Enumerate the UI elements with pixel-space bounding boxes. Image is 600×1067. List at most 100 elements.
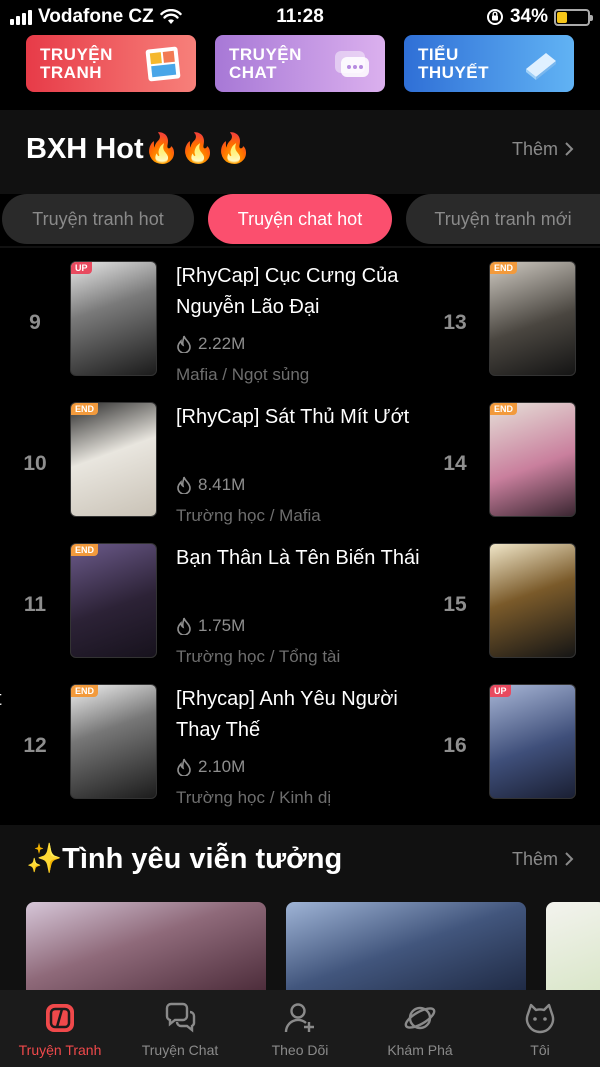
status-badge: UP — [71, 262, 92, 274]
status-badge: END — [71, 544, 99, 556]
story-title: [Rhycap] Anh Yêu Người Thay Thế — [176, 688, 398, 741]
fire-icon — [177, 335, 191, 353]
ranking-header: BXH Hot🔥🔥🔥 Thêm — [26, 132, 574, 166]
more-label: Thêm — [511, 848, 558, 869]
planet-icon — [404, 1006, 436, 1030]
love-header: ✨Tình yêu viễn tưởng Thêm — [26, 842, 574, 876]
tab-label: Truyện Tranh — [18, 1042, 102, 1058]
category-truyen-tranh[interactable]: TRUYỆN TRANH — [26, 35, 196, 92]
chat-icon — [165, 1002, 196, 1033]
fire-icon — [177, 476, 191, 494]
rank-number: 9 — [29, 311, 41, 334]
wifi-icon — [160, 9, 182, 24]
story-cover: UP — [70, 261, 157, 376]
ranking-item[interactable]: 9 UP [RhyCap] Cục Cưng Của Nguyễn Lão Đạ… — [0, 261, 430, 384]
story-cover: END — [70, 684, 157, 799]
category-tieu-thuyet[interactable]: TIỂU THUYẾT — [404, 35, 574, 92]
story-cover[interactable] — [26, 902, 266, 992]
status-bar: Vodafone CZ 11:28 34% — [0, 0, 600, 34]
views-count: 2.10M — [198, 757, 246, 776]
follow-user-icon — [284, 1003, 314, 1033]
story-title: Bạn Thân Là Tên Biến Thái — [176, 547, 420, 569]
book-icon — [526, 53, 556, 80]
story-title: [RhyCap] Cục Cưng Của Nguyễn Lão Đại — [176, 265, 399, 318]
rank-number: 10 — [23, 452, 47, 475]
ranking-item[interactable]: 15 — [430, 543, 600, 663]
status-badge: END — [71, 685, 99, 697]
status-badge: END — [490, 262, 518, 274]
carrier-name: Vodafone CZ — [38, 6, 154, 27]
chat-bubble-icon — [335, 51, 369, 77]
story-title: [RhyCap] Sát Thủ Mít Ướt — [176, 406, 410, 428]
views-count: 2.22M — [198, 334, 246, 353]
rank-number: 12 — [23, 734, 47, 757]
ranking-item[interactable]: 13 END — [430, 261, 600, 381]
tab-label: Truyện Chat — [141, 1042, 219, 1058]
orientation-lock-icon — [486, 9, 503, 25]
more-link[interactable]: Thêm — [512, 139, 574, 160]
story-cover — [489, 543, 576, 658]
battery-percent: 34% — [509, 6, 548, 27]
tab-toi[interactable]: Tôi — [480, 990, 600, 1067]
story-cover: END — [489, 261, 576, 376]
fire-icon — [177, 758, 191, 776]
profile-face-icon — [525, 1003, 555, 1034]
story-tags: Mafia / Ngọt sủng — [176, 365, 310, 384]
story-cover[interactable] — [286, 902, 526, 992]
tab-label: Khám Phá — [387, 1042, 453, 1058]
category-label: TRUYỆN TRANH — [40, 44, 113, 82]
category-truyen-chat[interactable]: TRUYỆN CHAT — [215, 35, 385, 92]
status-badge: END — [71, 403, 99, 415]
chevron-right-icon — [565, 852, 574, 866]
section-title: ✨Tình yêu viễn tưởng — [26, 843, 343, 875]
battery-icon — [554, 8, 593, 26]
tab-truyen-tranh-hot[interactable]: Truyện tranh hot — [2, 194, 194, 244]
status-badge: END — [490, 403, 518, 415]
fire-icon — [177, 617, 191, 635]
comic-icon — [46, 1004, 74, 1032]
more-label: Thêm — [511, 138, 558, 159]
ranking-tabs: Truyện tranh hot Truyện chat hot Truyện … — [0, 194, 600, 246]
story-cover: UP — [489, 684, 576, 799]
rank-number: 14 — [443, 452, 467, 475]
views-row: 1.75M — [176, 616, 245, 636]
category-cards: TRUYỆN TRANH TRUYỆN CHAT TIỂU THUYẾT — [26, 35, 574, 92]
tab-truyen-chat-hot[interactable]: Truyện chat hot — [208, 194, 392, 244]
ranking-item[interactable]: 14 END — [430, 402, 600, 522]
rank-number: 13 — [443, 311, 467, 334]
ranking-item[interactable]: 12 END [Rhycap] Anh Yêu Người Thay Thế 2… — [0, 684, 430, 807]
tab-theo-doi[interactable]: Theo Dõi — [240, 990, 360, 1067]
tab-label: Theo Dõi — [271, 1042, 329, 1058]
love-cards — [26, 902, 600, 992]
ranking-item[interactable]: 11 END Bạn Thân Là Tên Biến Thái 1.75M T… — [0, 543, 430, 666]
views-count: 1.75M — [198, 616, 246, 635]
story-cover[interactable] — [546, 902, 600, 992]
status-badge: UP — [490, 685, 511, 697]
tab-kham-pha[interactable]: Khám Phá — [360, 990, 480, 1067]
category-label: TRUYỆN CHAT — [229, 44, 302, 82]
tab-truyen-tranh-moi[interactable]: Truyện tranh mới — [406, 194, 600, 244]
views-row: 2.10M — [176, 757, 245, 777]
rank-number: 16 — [443, 734, 467, 757]
views-row: 8.41M — [176, 475, 245, 495]
story-tags: Trường học / Tổng tài — [176, 647, 341, 666]
signal-icon — [10, 9, 32, 25]
tab-truyen-tranh[interactable]: Truyện Tranh — [0, 990, 120, 1067]
bottom-tab-bar: Truyện Tranh Truyện Chat Theo Dõi Khám P… — [0, 990, 600, 1067]
comic-panels-icon — [145, 46, 181, 82]
offscreen-text-fragment: t — [0, 688, 2, 711]
ranking-item[interactable]: 10 END [RhyCap] Sát Thủ Mít Ướt 8.41M Tr… — [0, 402, 430, 525]
more-link[interactable]: Thêm — [512, 849, 574, 870]
ranking-item[interactable]: 16 UP — [430, 684, 600, 804]
section-title: BXH Hot🔥🔥🔥 — [26, 133, 252, 165]
views-row: 2.22M — [176, 334, 245, 354]
story-cover: END — [70, 543, 157, 658]
rank-number: 11 — [23, 593, 47, 616]
category-label: TIỂU THUYẾT — [418, 44, 489, 82]
tab-label: Tôi — [530, 1042, 550, 1058]
story-cover: END — [489, 402, 576, 517]
story-tags: Trường học / Kinh dị — [176, 788, 332, 807]
chevron-right-icon — [565, 142, 574, 156]
tab-truyen-chat[interactable]: Truyện Chat — [120, 990, 240, 1067]
story-cover: END — [70, 402, 157, 517]
